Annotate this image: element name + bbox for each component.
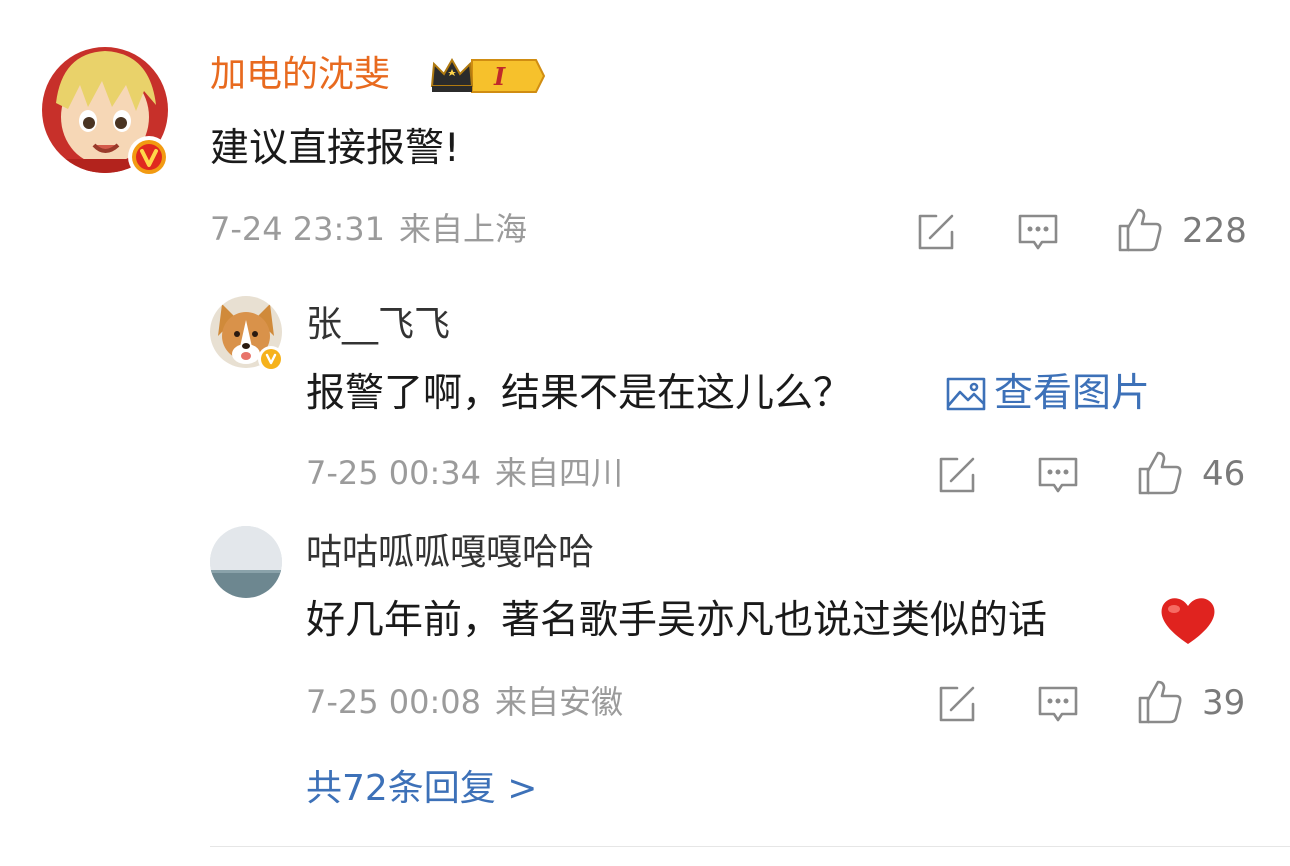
verified-icon xyxy=(258,346,284,372)
reply-date: 7-25 00:08 xyxy=(306,683,482,721)
share-icon[interactable] xyxy=(914,210,958,254)
comment-meta: 7-24 23:31 来自上海 xyxy=(210,213,527,245)
reply-location: 来自四川 xyxy=(495,454,624,492)
comment-location: 来自上海 xyxy=(399,210,528,248)
share-icon[interactable] xyxy=(935,453,979,497)
comment-icon[interactable] xyxy=(1036,682,1080,726)
crown-icon xyxy=(428,56,546,96)
reply-date: 7-25 00:34 xyxy=(306,454,482,492)
reply-username[interactable]: 咕咕呱呱嘎嘎哈哈 xyxy=(306,535,594,571)
level-badge: I xyxy=(494,62,506,91)
comment-text: 建议直接报警! xyxy=(210,126,460,171)
view-image-label: 查看图片 xyxy=(994,371,1151,416)
reply-username[interactable]: 张__飞飞 xyxy=(306,307,450,343)
like-icon[interactable] xyxy=(1136,678,1184,726)
comment-icon[interactable] xyxy=(1036,453,1080,497)
comment-username[interactable]: 加电的沈斐 xyxy=(210,57,390,93)
comment-icon[interactable] xyxy=(1016,210,1060,254)
like-icon[interactable] xyxy=(1116,206,1164,254)
reply-meta: 7-25 00:08 来自安徽 xyxy=(306,686,623,718)
more-replies-link[interactable]: 共72条回复 > xyxy=(306,771,537,807)
reply-location: 来自安徽 xyxy=(495,683,624,721)
comment-date: 7-24 23:31 xyxy=(210,210,386,248)
reply-meta: 7-25 00:34 来自四川 xyxy=(306,457,623,489)
like-count: 228 xyxy=(1182,211,1247,251)
image-icon xyxy=(946,377,986,410)
avatar-reply-2[interactable] xyxy=(210,526,282,598)
divider xyxy=(210,846,1290,847)
like-icon[interactable] xyxy=(1136,449,1184,497)
heart-icon xyxy=(1158,594,1218,648)
reply-text: 报警了啊，结果不是在这儿么？ xyxy=(306,371,853,416)
share-icon[interactable] xyxy=(935,682,979,726)
like-count: 46 xyxy=(1202,454,1246,494)
view-image-link[interactable]: 查看图片 xyxy=(946,374,1150,413)
reply-text: 好几年前，著名歌手吴亦凡也说过类似的话 xyxy=(306,598,1048,643)
verified-icon xyxy=(128,136,170,178)
like-count: 39 xyxy=(1202,683,1246,723)
